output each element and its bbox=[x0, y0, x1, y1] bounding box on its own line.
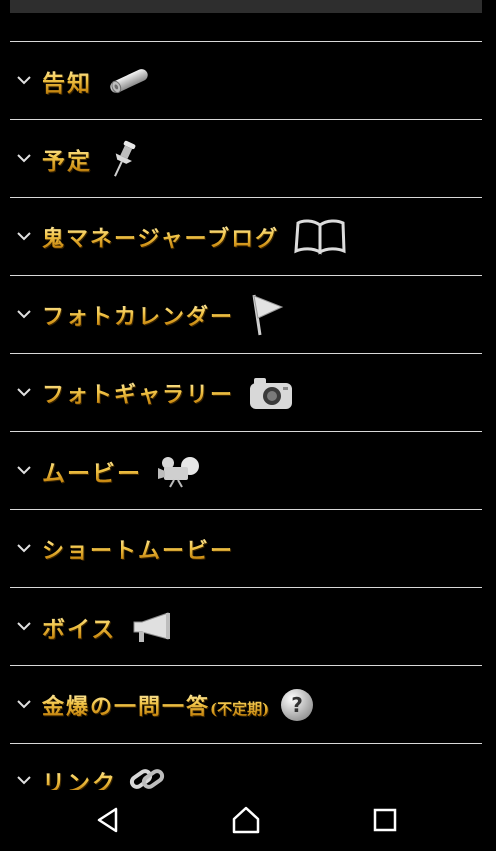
menu-item-photo-gallery[interactable]: フォトギャラリー bbox=[10, 354, 482, 431]
back-icon[interactable] bbox=[84, 798, 132, 842]
menu-item-manager-blog[interactable]: 鬼マネージャーブログ bbox=[10, 198, 482, 275]
flag-icon bbox=[248, 293, 284, 337]
chevron-down-icon bbox=[16, 385, 32, 401]
menu-item-label: フォトカレンダー bbox=[42, 299, 234, 331]
chevron-down-icon bbox=[16, 151, 32, 167]
menu-item-label: 金爆の一問一答(不定期) bbox=[42, 689, 269, 721]
menu-item-link[interactable]: リンク bbox=[10, 744, 482, 794]
menu-item-label-main: 金爆の一問一答 bbox=[42, 693, 211, 720]
chevron-down-icon bbox=[16, 73, 32, 89]
svg-text:?: ? bbox=[291, 693, 303, 717]
chevron-down-icon bbox=[16, 229, 32, 245]
chevron-down-icon bbox=[16, 772, 32, 788]
menu-item-label: ボイス bbox=[42, 610, 116, 644]
menu-item-label: フォトギャラリー bbox=[42, 377, 234, 409]
menu-item-label: ショートムービー bbox=[42, 533, 234, 565]
chevron-down-icon bbox=[16, 619, 32, 635]
chevron-down-icon bbox=[16, 307, 32, 323]
menu-item-qa[interactable]: 金爆の一問一答(不定期) ? bbox=[10, 666, 482, 743]
menu-item-label-sub: (不定期) bbox=[210, 699, 270, 718]
home-icon[interactable] bbox=[222, 798, 270, 842]
open-book-icon bbox=[293, 217, 347, 257]
menu-item-schedule[interactable]: 予定 bbox=[10, 120, 482, 197]
menu-item-voice[interactable]: ボイス bbox=[10, 588, 482, 665]
menu-item-label: 鬼マネージャーブログ bbox=[42, 221, 279, 253]
question-icon: ? bbox=[279, 687, 315, 723]
menu-list: 告知 予定 鬼マネージャーブログ フォトカレンダー フォトギャラリー ムービー … bbox=[10, 41, 482, 794]
pushpin-icon bbox=[106, 139, 140, 179]
menu-item-photo-calendar[interactable]: フォトカレンダー bbox=[10, 276, 482, 353]
camera-icon bbox=[248, 375, 294, 411]
menu-item-announcement[interactable]: 告知 bbox=[10, 42, 482, 119]
megaphone-icon bbox=[130, 610, 174, 644]
menu-item-movie[interactable]: ムービー bbox=[10, 432, 482, 509]
recents-icon[interactable] bbox=[361, 798, 409, 842]
rolled-paper-icon bbox=[106, 66, 152, 96]
menu-item-short-movie[interactable]: ショートムービー bbox=[10, 510, 482, 587]
chevron-down-icon bbox=[16, 541, 32, 557]
menu-item-label: 告知 bbox=[42, 64, 92, 98]
chevron-down-icon bbox=[16, 697, 32, 713]
chevron-down-icon bbox=[16, 463, 32, 479]
system-nav-bar bbox=[0, 790, 496, 851]
video-camera-icon bbox=[156, 454, 202, 488]
menu-item-label: ムービー bbox=[42, 454, 142, 488]
top-bar bbox=[10, 0, 482, 13]
menu-item-label: 予定 bbox=[42, 142, 92, 176]
